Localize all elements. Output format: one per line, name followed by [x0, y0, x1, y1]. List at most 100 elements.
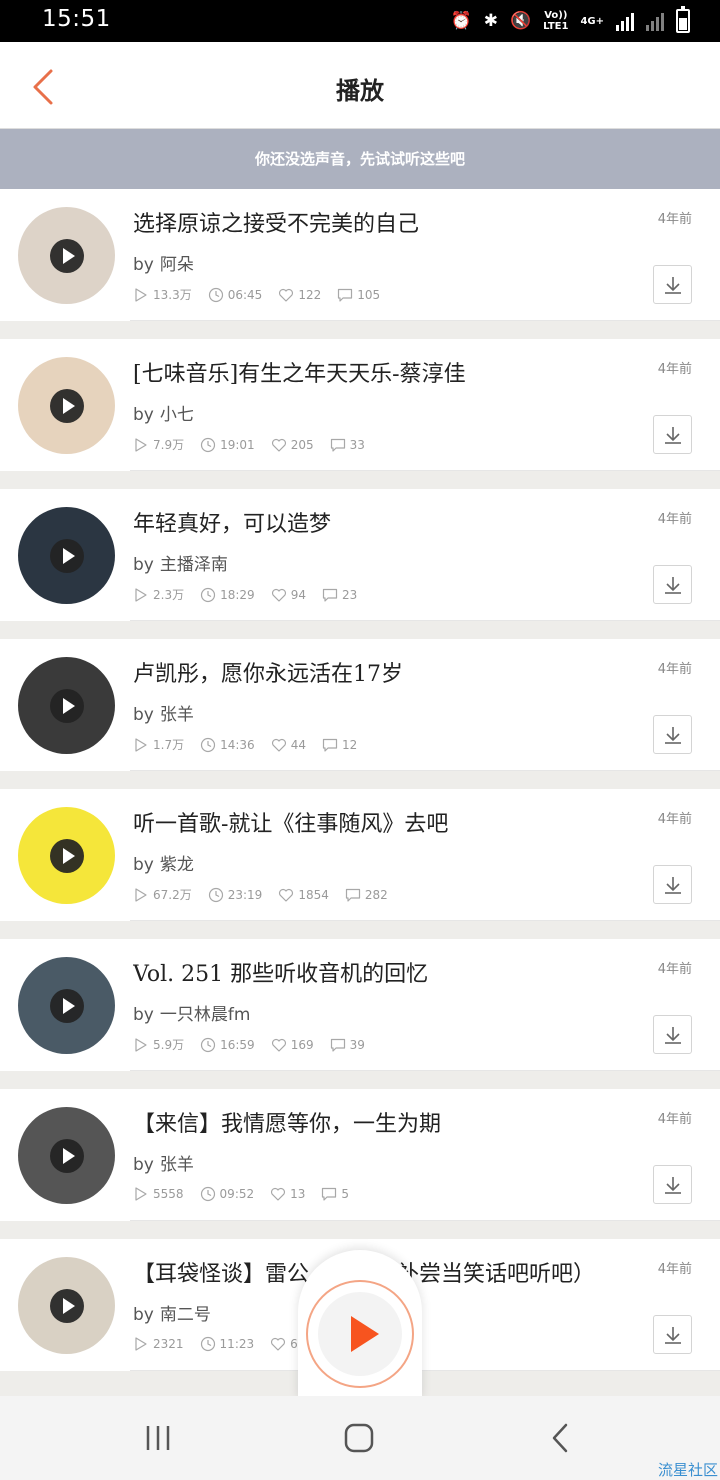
track-item[interactable]: 选择原谅之接受不完美的自己 by 阿朵 13.3万 06:45 122 105 4年前 [0, 189, 720, 321]
author-name: 阿朵 [159, 255, 194, 275]
recents-button[interactable] [140, 1422, 180, 1454]
download-button[interactable] [653, 715, 692, 754]
download-button[interactable] [653, 565, 692, 604]
download-button[interactable] [653, 265, 692, 304]
plays-stat: 13.3万 [133, 286, 192, 303]
comments-count: 23 [341, 587, 358, 602]
track-stats: 1.7万 14:36 44 12 [133, 736, 373, 753]
alarm-icon: ⏰ [450, 10, 472, 31]
track-item[interactable]: 年轻真好，可以造梦 by 主播泽南 2.3万 18:29 94 23 4年前 [0, 489, 720, 621]
plays-count: 5558 [153, 1187, 184, 1201]
plays-icon [135, 587, 147, 602]
likes-count: 94 [290, 587, 306, 602]
track-author: by 小七 [133, 400, 194, 425]
duration-stat: 14:36 [200, 737, 255, 753]
by-label: by [133, 705, 154, 725]
time-ago: 4年前 [657, 1112, 692, 1127]
duration-stat: 11:23 [200, 1336, 255, 1352]
volte-indicator: Vo)) LTE1 [543, 10, 568, 32]
plays-stat: 2321 [133, 1336, 184, 1352]
time-ago: 4年前 [657, 662, 692, 677]
clock-icon [200, 737, 216, 752]
nav-back-button[interactable] [542, 1422, 582, 1454]
plays-stat: 1.7万 [133, 736, 184, 753]
cover-play-button[interactable] [49, 538, 84, 573]
by-label: by [133, 1005, 154, 1025]
duration: 11:23 [219, 1337, 255, 1351]
track-item[interactable]: 听一首歌-就让《往事随风》去吧 by 紫龙 67.2万 23:19 1854 282 4年前 [0, 789, 720, 921]
likes-count: 1854 [298, 887, 329, 902]
comments-stat: 39 [330, 1037, 365, 1053]
clock-icon [200, 1037, 216, 1052]
comments-count: 33 [349, 437, 365, 452]
download-icon [665, 277, 681, 294]
clock-icon [200, 437, 216, 452]
cover-image [18, 807, 115, 904]
heart-icon [271, 1038, 286, 1052]
back-icon [552, 1423, 568, 1453]
status-bar: 15:51 ⏰ ✱ 🔇 Vo)) LTE1 4G+ [0, 0, 720, 42]
track-title: [七味音乐]有生之年天天乐-蔡淳佳 [133, 362, 466, 387]
likes-count: 205 [290, 437, 314, 452]
by-label: by [133, 855, 154, 875]
plays-icon [135, 737, 147, 752]
download-button[interactable] [653, 865, 692, 904]
home-button[interactable] [340, 1422, 380, 1454]
track-item[interactable]: Vol. 251 那些听收音机的回忆 by 一只林晨fm 5.9万 16:59 169 39… [0, 939, 720, 1071]
plays-icon [135, 1187, 147, 1201]
comment-icon [338, 288, 353, 302]
play-button[interactable] [306, 1280, 414, 1388]
plays-stat: 5.9万 [133, 1036, 184, 1053]
track-item[interactable]: 【来信】我情愿等你，一生为期 by 张羊 5558 09:52 13 5 4年前 [0, 1089, 720, 1221]
cover-play-button[interactable] [49, 688, 84, 723]
plays-count: 2.3万 [153, 588, 185, 602]
heart-icon [279, 288, 294, 302]
download-button[interactable] [653, 1015, 692, 1054]
track-author: by 一只林晨fm [133, 1000, 250, 1025]
duration: 06:45 [227, 287, 263, 302]
signal-icon [616, 11, 634, 31]
cover-image [18, 507, 115, 604]
comment-icon [322, 588, 338, 602]
track-stats: 2.3万 18:29 94 23 [133, 586, 373, 603]
cover-play-button[interactable] [49, 988, 84, 1023]
track-item[interactable]: [七味音乐]有生之年天天乐-蔡淳佳 by 小七 7.9万 19:01 205 33 4年前 [0, 339, 720, 471]
lte-label: LTE1 [543, 21, 569, 32]
download-button[interactable] [653, 415, 692, 454]
plays-icon [135, 287, 147, 302]
plays-icon [135, 887, 147, 902]
plays-stat: 2.3万 [133, 586, 184, 603]
cover-play-button[interactable] [49, 1138, 84, 1173]
heart-icon [271, 1337, 286, 1351]
cover-play-button[interactable] [49, 1288, 84, 1323]
track-item[interactable]: 卢凯彤，愿你永远活在17岁 by 张羊 1.7万 14:36 44 12 4年前 [0, 639, 720, 771]
cover-play-button[interactable] [49, 388, 84, 423]
comments-stat: 23 [322, 587, 357, 603]
plays-stat: 5558 [133, 1186, 184, 1202]
duration: 16:59 [220, 1037, 255, 1052]
track-title: Vol. 251 那些听收音机的回忆 [133, 962, 429, 987]
likes-stat: 169 [271, 1037, 314, 1053]
likes-stat: 122 [278, 287, 321, 303]
download-icon [665, 877, 681, 894]
duration: 19:01 [220, 437, 255, 452]
likes-stat: 44 [271, 737, 306, 753]
time-ago: 4年前 [657, 362, 692, 377]
cover-play-button[interactable] [49, 238, 84, 273]
likes-stat: 6 [270, 1336, 298, 1352]
download-icon [665, 427, 681, 444]
by-label: by [133, 555, 154, 575]
likes-stat: 205 [271, 437, 314, 453]
cover-image [18, 957, 115, 1054]
download-button[interactable] [653, 1165, 692, 1204]
plays-count: 7.9万 [153, 438, 185, 452]
by-label: by [133, 1305, 154, 1325]
likes-stat: 13 [270, 1186, 305, 1202]
cover-play-button[interactable] [49, 838, 84, 873]
recents-icon [146, 1426, 170, 1450]
floating-player [298, 1250, 422, 1400]
download-icon [665, 1027, 681, 1044]
download-icon [665, 727, 681, 744]
duration-stat: 23:19 [208, 887, 262, 903]
download-button[interactable] [653, 1315, 692, 1354]
